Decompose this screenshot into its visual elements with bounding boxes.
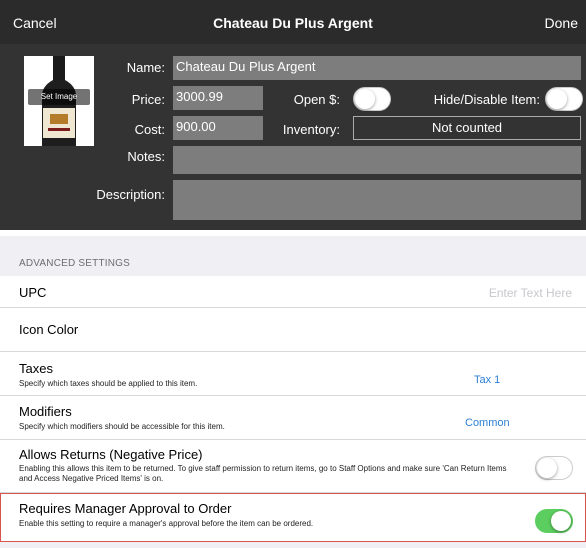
toggle-knob [355, 89, 375, 109]
allows-returns-toggle[interactable] [535, 456, 573, 480]
description-field[interactable] [173, 180, 581, 220]
page-title: Chateau Du Plus Argent [213, 15, 373, 31]
manager-approval-toggle[interactable] [535, 509, 573, 533]
manager-approval-description: Enable this setting to require a manager… [19, 519, 314, 528]
hide-disable-toggle[interactable] [545, 87, 583, 111]
upc-label: UPC [19, 285, 47, 300]
price-label: Price: [131, 92, 165, 107]
allows-returns-description: Enabling this allows this item to be ret… [19, 464, 507, 483]
toggle-knob [537, 458, 557, 478]
modifiers-value[interactable]: Common [465, 417, 510, 429]
allows-returns-row: Allows Returns (Negative Price) Enabling… [0, 440, 586, 493]
modifiers-description: Specify which modifiers should be access… [19, 422, 225, 431]
notes-field[interactable] [173, 146, 581, 174]
section-title: ADVANCED SETTINGS [19, 258, 131, 269]
allows-returns-label: Allows Returns (Negative Price) [19, 447, 203, 462]
taxes-description: Specify which taxes should be applied to… [19, 379, 198, 388]
taxes-value[interactable]: Tax 1 [474, 374, 500, 386]
hide-disable-label: Hide/Disable Item: [433, 92, 540, 107]
toggle-knob [551, 511, 571, 531]
done-button[interactable]: Done [545, 15, 578, 31]
icon-color-label: Icon Color [19, 322, 79, 337]
item-header-form: Set Image Name: Chateau Du Plus Argent P… [0, 44, 586, 230]
inventory-label: Inventory: [282, 122, 340, 137]
manager-approval-label: Requires Manager Approval to Order [19, 501, 232, 516]
cost-field[interactable]: 900.00 [173, 116, 263, 140]
open-price-toggle[interactable] [353, 87, 391, 111]
upc-input[interactable]: Enter Text Here [489, 286, 572, 300]
notes-label: Notes: [127, 149, 165, 164]
upc-row[interactable]: UPC Enter Text Here [0, 276, 586, 308]
icon-color-row[interactable]: Icon Color [0, 308, 586, 352]
name-field[interactable]: Chateau Du Plus Argent [173, 56, 581, 80]
inventory-field[interactable]: Not counted [353, 116, 581, 140]
price-field[interactable]: 3000.99 [173, 86, 263, 110]
name-label: Name: [126, 60, 165, 75]
cost-label: Cost: [134, 122, 165, 137]
nav-bar: Cancel Chateau Du Plus Argent Done [0, 0, 586, 44]
item-image[interactable]: Set Image [24, 56, 94, 146]
open-price-label: Open $: [293, 92, 340, 107]
settings-rows: UPC Enter Text Here Icon Color Taxes Spe… [0, 276, 586, 542]
partial-row [0, 230, 586, 236]
modifiers-row[interactable]: Modifiers Specify which modifiers should… [0, 396, 586, 440]
modifiers-label: Modifiers [19, 404, 72, 419]
advanced-settings-list: ADVANCED SETTINGS UPC Enter Text Here Ic… [0, 230, 586, 548]
description-label: Description: [96, 187, 165, 202]
manager-approval-row: Requires Manager Approval to Order Enabl… [0, 493, 586, 542]
taxes-label: Taxes [19, 361, 53, 376]
toggle-knob [547, 89, 567, 109]
taxes-row[interactable]: Taxes Specify which taxes should be appl… [0, 352, 586, 396]
set-image-button[interactable]: Set Image [28, 89, 90, 105]
